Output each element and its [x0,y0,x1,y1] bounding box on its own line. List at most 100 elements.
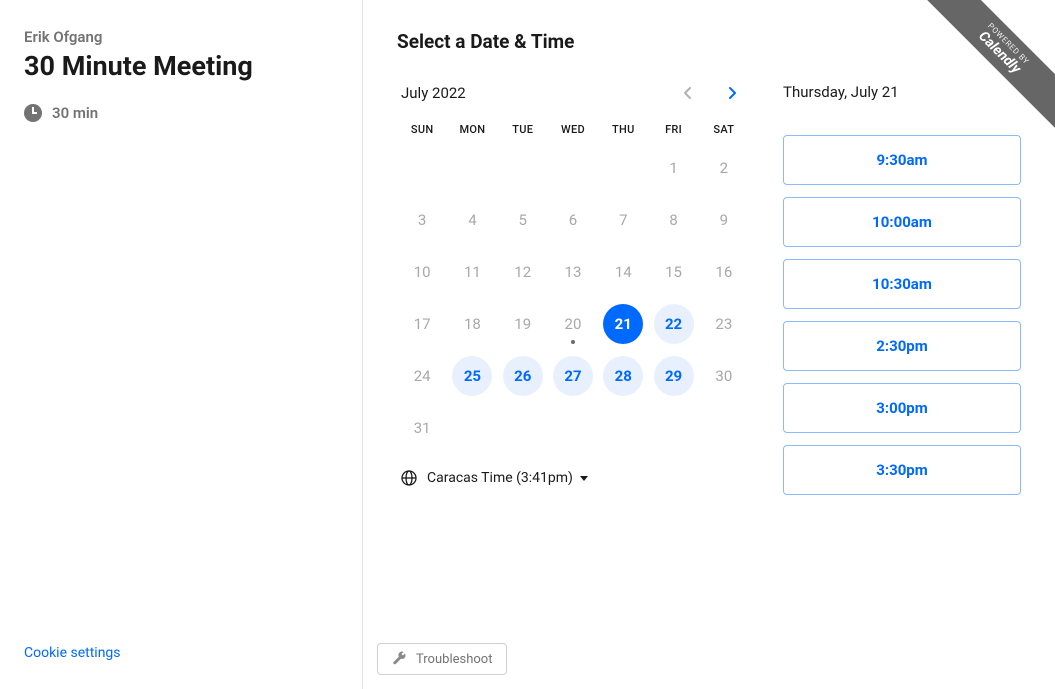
day-29[interactable]: 29 [654,356,694,396]
day-cell: 31 [397,406,447,450]
dow-label: THU [598,123,648,136]
day-3: 3 [402,200,442,240]
day-cell: 25 [447,354,497,398]
day-of-week-header: SUNMONTUEWEDTHUFRISAT [397,123,749,136]
sidebar: Erik Ofgang 30 Minute Meeting 30 min Coo… [0,0,363,689]
next-month-button[interactable] [721,81,745,105]
dow-label: TUE [498,123,548,136]
day-cell [447,146,497,190]
time-slot-button[interactable]: 10:30am [783,259,1021,309]
day-cell [397,146,447,190]
day-cell: 7 [598,198,648,242]
day-31: 31 [402,408,442,448]
day-cell: 15 [648,250,698,294]
day-cell: 3 [397,198,447,242]
day-12: 12 [503,252,543,292]
day-cell: 4 [447,198,497,242]
chevron-left-icon [682,86,692,100]
day-8: 8 [654,200,694,240]
day-23: 23 [704,304,744,344]
day-cell: 9 [699,198,749,242]
selected-date-label: Thursday, July 21 [783,83,1021,101]
calendar: July 2022 SUNMONTUEWEDTHUFRISAT 12345678… [397,81,749,507]
day-cell: 20 [548,302,598,346]
day-cell [598,146,648,190]
day-cell: 6 [548,198,598,242]
day-14: 14 [603,252,643,292]
troubleshoot-button[interactable]: Troubleshoot [377,643,507,675]
day-cell [498,146,548,190]
day-cell: 5 [498,198,548,242]
day-cell: 14 [598,250,648,294]
dow-label: MON [447,123,497,136]
meeting-duration: 30 min [24,104,338,122]
day-5: 5 [503,200,543,240]
day-cell [699,406,749,450]
timezone-selector[interactable]: Caracas Time (3:41pm) [397,470,749,486]
day-cell: 2 [699,146,749,190]
day-18: 18 [452,304,492,344]
day-21[interactable]: 21 [603,304,643,344]
clock-icon [24,104,42,122]
day-22[interactable]: 22 [654,304,694,344]
day-cell: 29 [648,354,698,398]
day-cell: 12 [498,250,548,294]
month-label: July 2022 [401,84,466,102]
host-name: Erik Ofgang [24,28,338,46]
day-cell: 26 [498,354,548,398]
day-17: 17 [402,304,442,344]
time-slots-column: Thursday, July 21 9:30am 10:00am 10:30am 2:… [783,81,1021,507]
day-11: 11 [452,252,492,292]
day-cell: 28 [598,354,648,398]
days-grid: 1234567891011121314151617181920212223242… [397,146,749,450]
day-2: 2 [704,148,744,188]
main-panel: Select a Date & Time July 2022 SUNMONTUE… [363,0,1055,689]
time-slot-button[interactable]: 10:00am [783,197,1021,247]
day-cell: 17 [397,302,447,346]
dow-label: FRI [648,123,698,136]
day-cell: 24 [397,354,447,398]
troubleshoot-label: Troubleshoot [416,652,492,667]
day-cell: 22 [648,302,698,346]
time-slot-button[interactable]: 9:30am [783,135,1021,185]
day-cell [648,406,698,450]
day-cell: 27 [548,354,598,398]
day-7: 7 [603,200,643,240]
cookie-settings-link[interactable]: Cookie settings [24,645,338,669]
day-9: 9 [704,200,744,240]
day-cell: 8 [648,198,698,242]
day-19: 19 [503,304,543,344]
day-10: 10 [402,252,442,292]
dow-label: SUN [397,123,447,136]
day-13: 13 [553,252,593,292]
meeting-title: 30 Minute Meeting [24,50,338,82]
day-26[interactable]: 26 [503,356,543,396]
day-cell [598,406,648,450]
day-24: 24 [402,356,442,396]
day-cell: 10 [397,250,447,294]
time-slot-button[interactable]: 3:00pm [783,383,1021,433]
prev-month-button[interactable] [675,81,699,105]
day-cell [498,406,548,450]
dow-label: WED [548,123,598,136]
time-slot-button[interactable]: 3:30pm [783,445,1021,495]
day-25[interactable]: 25 [452,356,492,396]
day-cell: 18 [447,302,497,346]
globe-icon [401,470,417,486]
time-slot-button[interactable]: 2:30pm [783,321,1021,371]
page-title: Select a Date & Time [397,30,1021,53]
day-cell: 11 [447,250,497,294]
day-30: 30 [704,356,744,396]
day-cell: 13 [548,250,598,294]
day-cell [548,146,598,190]
day-cell: 19 [498,302,548,346]
day-28[interactable]: 28 [603,356,643,396]
day-1: 1 [654,148,694,188]
day-27[interactable]: 27 [553,356,593,396]
dow-label: SAT [699,123,749,136]
day-16: 16 [704,252,744,292]
wrench-icon [392,651,408,667]
duration-text: 30 min [52,104,98,122]
day-15: 15 [654,252,694,292]
day-cell: 21 [598,302,648,346]
